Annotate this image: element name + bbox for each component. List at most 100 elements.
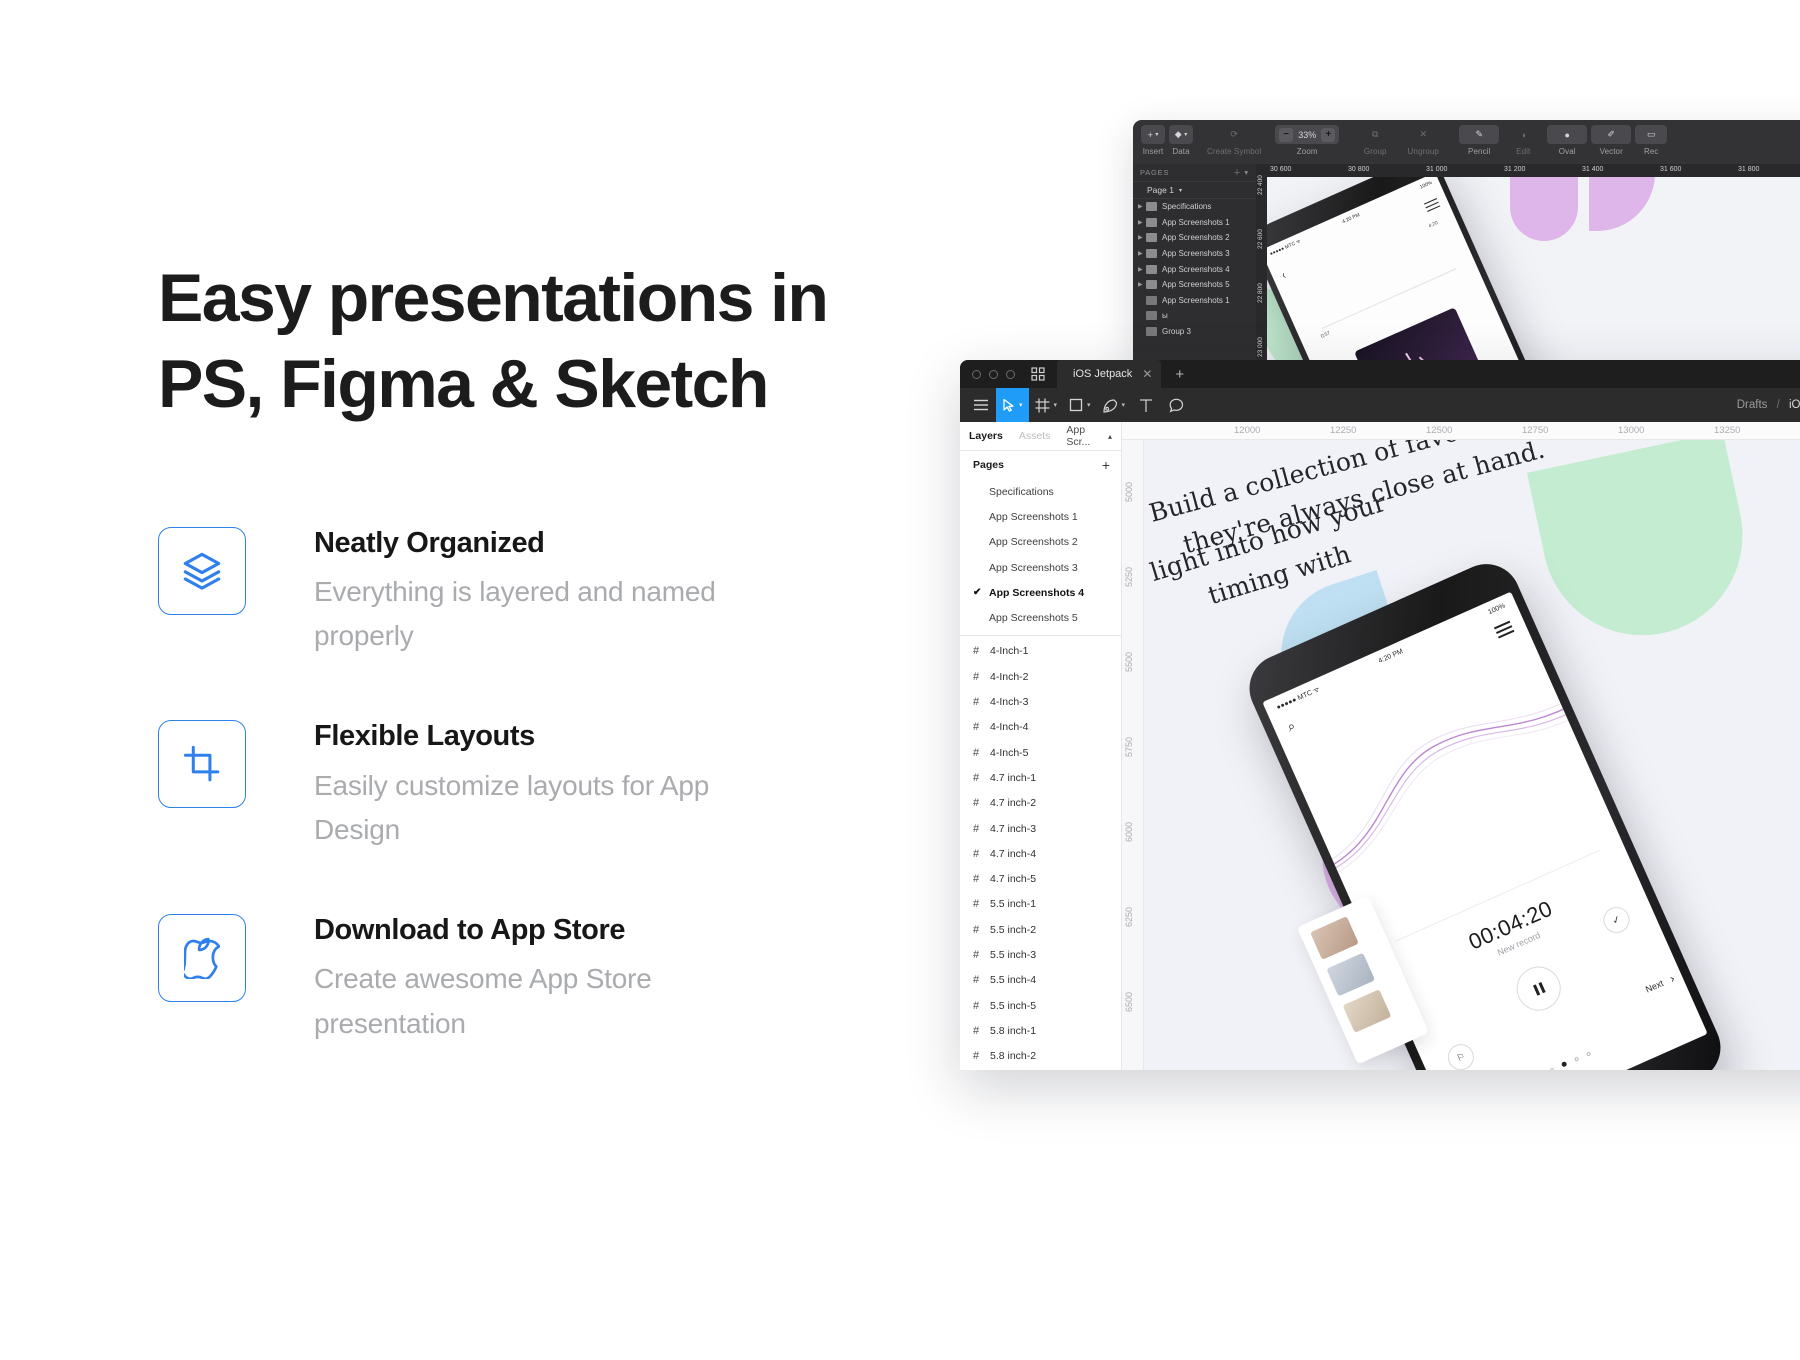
figma-frame-row[interactable]: #4.7 inch-4 xyxy=(960,841,1121,866)
shape-tool-icon[interactable]: ▾ xyxy=(1063,388,1097,422)
figma-frame-row[interactable]: #4-Inch-5 xyxy=(960,740,1121,765)
tab-layers[interactable]: Layers xyxy=(969,430,1003,442)
sketch-tool-create-symbol[interactable]: ⟳ Create Symbol xyxy=(1207,125,1261,156)
sketch-layer-row[interactable]: ▶ App Screenshots 3 xyxy=(1133,246,1256,262)
grid-view-icon[interactable] xyxy=(1031,367,1045,381)
figma-page-row[interactable]: App Screenshots 1 xyxy=(960,504,1121,529)
zoom-in-button[interactable]: + xyxy=(1321,127,1336,142)
figma-frame-row[interactable]: #5.5 inch-2 xyxy=(960,917,1121,942)
figma-canvas[interactable]: 12000122501250012750130001325013500 5000… xyxy=(1122,422,1800,1070)
add-page-button[interactable]: + xyxy=(1102,457,1110,473)
sketch-tool-vector[interactable]: ✐ Vector xyxy=(1591,125,1632,156)
sketch-tool-rectangle[interactable]: ▭ Rec xyxy=(1635,125,1668,156)
figma-frame-row[interactable]: #4-Inch-4 xyxy=(960,715,1121,740)
breadcrumb-root[interactable]: Drafts xyxy=(1737,399,1768,411)
vector-icon[interactable]: ✐ xyxy=(1591,125,1632,144)
ungroup-icon[interactable]: ✕ xyxy=(1401,125,1445,144)
figma-artboard[interactable]: Build a collection of favorites, so they… xyxy=(1144,440,1800,1070)
figma-page-row[interactable]: Specifications xyxy=(960,479,1121,504)
figma-page-row[interactable]: App Screenshots 3 xyxy=(960,555,1121,580)
sketch-layer-row[interactable]: Group 3 xyxy=(1133,324,1256,340)
zoom-control[interactable]: − 33% + xyxy=(1275,125,1340,144)
figma-frame-row[interactable]: #4-Inch-1 xyxy=(960,639,1121,664)
sketch-layer-list[interactable]: ▶ Specifications ▶ App Screenshots 1 ▶ App Sc… xyxy=(1133,199,1256,339)
figma-toolbar[interactable]: ▾ ▾ ▾ ▾ Drafts / iOS Je xyxy=(960,388,1800,422)
figma-titlebar[interactable]: iOS Jetpack ✕ + xyxy=(960,360,1800,388)
figma-frame-row[interactable]: #4.7 inch-2 xyxy=(960,791,1121,816)
figma-panel-tabs[interactable]: Layers Assets App Scr... ▴ xyxy=(960,422,1121,451)
pages-actions[interactable]: ＋ ▾ xyxy=(1233,167,1249,178)
sketch-layer-row[interactable]: App Screenshots 1 xyxy=(1133,293,1256,309)
sketch-layers-panel[interactable]: PAGES ＋ ▾ Page 1 ▾ ▶ Specifications ▶ App S… xyxy=(1133,164,1256,370)
sketch-artboard[interactable]: ●●●●● MTC ᯤ 4:20 PM 100% ‹ 0:57 4:20 xyxy=(1267,177,1800,370)
frame-tool-icon[interactable]: ▾ xyxy=(1029,388,1064,422)
figma-page-row[interactable]: App Screenshots 2 xyxy=(960,530,1121,555)
sketch-layer-row[interactable]: ▶ Specifications xyxy=(1133,199,1256,215)
figma-frame-row[interactable]: #4.7 inch-1 xyxy=(960,765,1121,790)
figma-file-tab[interactable]: iOS Jetpack ✕ xyxy=(1057,360,1162,388)
sketch-page-selector[interactable]: Page 1 ▾ xyxy=(1133,182,1256,199)
sketch-tool-oval[interactable]: ● Oval xyxy=(1547,125,1588,156)
sketch-canvas[interactable]: 30 600 30 800 31 000 31 200 31 400 31 600 31 8… xyxy=(1256,164,1800,370)
figma-page-row[interactable]: App Screenshots 5 xyxy=(960,605,1121,630)
disclosure-triangle-icon[interactable]: ▶ xyxy=(1138,234,1146,241)
zoom-out-button[interactable]: − xyxy=(1279,127,1294,142)
figma-app-window[interactable]: iOS Jetpack ✕ + ▾ ▾ ▾ ▾ Drafts / iO Laye… xyxy=(960,360,1800,1070)
figma-frame-row[interactable]: #5.8 inch-2 xyxy=(960,1044,1121,1069)
breadcrumb-current[interactable]: iOS Jetpack xyxy=(1789,399,1800,411)
disclosure-triangle-icon[interactable]: ▶ xyxy=(1138,281,1146,288)
sketch-layer-row[interactable]: ▶ App Screenshots 2 xyxy=(1133,230,1256,246)
disclosure-triangle-icon[interactable]: ▶ xyxy=(1138,250,1146,257)
close-icon[interactable]: ✕ xyxy=(1142,367,1152,381)
menu-icon[interactable] xyxy=(966,388,996,422)
oval-icon[interactable]: ● xyxy=(1547,125,1588,144)
sketch-layer-row[interactable]: ▶ App Screenshots 5 xyxy=(1133,277,1256,293)
figma-frame-list[interactable]: #4-Inch-1 #4-Inch-2 #4-Inch-3 #4-Inch-4 #4-I… xyxy=(960,639,1121,1070)
figma-frame-row[interactable]: #4.7 inch-5 xyxy=(960,866,1121,891)
sketch-tool-group[interactable]: ⧉ Group xyxy=(1353,125,1397,156)
new-tab-button[interactable]: + xyxy=(1175,366,1184,383)
figma-frame-row[interactable]: #4-Inch-2 xyxy=(960,664,1121,689)
sketch-tool-edit[interactable]: ◑ Edit xyxy=(1503,125,1543,157)
window-close-button[interactable] xyxy=(972,369,981,379)
group-icon[interactable]: ⧉ xyxy=(1353,125,1397,144)
disclosure-triangle-icon[interactable]: ▶ xyxy=(1138,266,1146,273)
figma-frame-row[interactable]: #5.5 inch-5 xyxy=(960,993,1121,1018)
sketch-tool-pencil[interactable]: ✎ Pencil xyxy=(1459,125,1500,156)
window-maximize-button[interactable] xyxy=(1006,369,1015,379)
figma-frame-row[interactable]: #4.7 inch-3 xyxy=(960,816,1121,841)
figma-frame-row[interactable]: #5.8 inch-1 xyxy=(960,1018,1121,1043)
pen-tool-icon[interactable]: ▾ xyxy=(1097,388,1132,422)
disclosure-triangle-icon[interactable]: ▶ xyxy=(1138,219,1146,226)
pencil-icon[interactable]: ✎ xyxy=(1459,125,1500,144)
figma-frame-row[interactable]: #4-Inch-3 xyxy=(960,689,1121,714)
sketch-tool-ungroup[interactable]: ✕ Ungroup xyxy=(1401,125,1445,156)
disclosure-triangle-icon[interactable]: ▶ xyxy=(1138,203,1146,210)
sketch-layer-row[interactable]: ▶ App Screenshots 4 xyxy=(1133,261,1256,277)
figma-frame-row[interactable]: #5.5 inch-3 xyxy=(960,942,1121,967)
insert-button[interactable]: + ▾ xyxy=(1141,125,1165,144)
figma-left-panel[interactable]: Layers Assets App Scr... ▴ Pages + Speci… xyxy=(960,422,1122,1070)
move-tool-icon[interactable]: ▾ xyxy=(996,388,1029,422)
figma-frame-row[interactable]: #5.5 inch-4 xyxy=(960,968,1121,993)
figma-page-list[interactable]: Specifications App Screenshots 1 App Scree… xyxy=(960,479,1121,631)
edit-icon[interactable]: ◑ xyxy=(1503,125,1543,144)
comment-tool-icon[interactable] xyxy=(1161,388,1191,422)
figma-frame-row[interactable]: #5.5 inch-1 xyxy=(960,892,1121,917)
sketch-tool-insert[interactable]: + ▾ Insert xyxy=(1141,125,1165,156)
figma-frame-row[interactable]: #5.8 inch-3 xyxy=(960,1069,1121,1070)
create-symbol-icon[interactable]: ⟳ xyxy=(1222,125,1246,144)
sketch-tool-zoom[interactable]: − 33% + Zoom xyxy=(1275,125,1340,156)
sketch-app-window[interactable]: + ▾ Insert ◆ ▾ Data ⟳ Create Symbol − 33… xyxy=(1133,120,1800,370)
sketch-toolbar[interactable]: + ▾ Insert ◆ ▾ Data ⟳ Create Symbol − 33… xyxy=(1133,120,1800,164)
tab-assets[interactable]: Assets xyxy=(1019,430,1051,442)
sketch-tool-data[interactable]: ◆ ▾ Data xyxy=(1169,125,1193,156)
sketch-layer-row[interactable]: ы xyxy=(1133,308,1256,324)
rectangle-icon[interactable]: ▭ xyxy=(1635,125,1668,144)
text-tool-icon[interactable] xyxy=(1131,388,1161,422)
page-chip[interactable]: App Scr... ▴ xyxy=(1066,424,1112,448)
figma-page-row[interactable]: ✔ App Screenshots 4 xyxy=(960,580,1121,605)
sketch-layer-row[interactable]: ▶ App Screenshots 1 xyxy=(1133,215,1256,231)
breadcrumb[interactable]: Drafts / iOS Jetpack xyxy=(1737,399,1800,411)
data-button[interactable]: ◆ ▾ xyxy=(1169,125,1193,144)
